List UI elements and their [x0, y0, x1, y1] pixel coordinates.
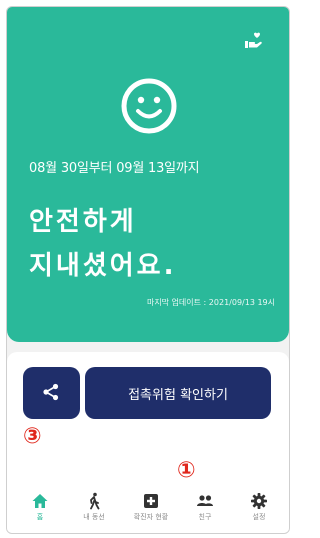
medical-plus-icon — [144, 494, 158, 508]
smiley-face-icon — [121, 78, 177, 134]
nav-label-my-route: 내 동선 — [83, 513, 105, 521]
share-button[interactable] — [23, 367, 80, 419]
nav-label-confirmed-status: 확진자 현황 — [133, 513, 169, 521]
status-line-2: 지내셨어요. — [29, 251, 177, 281]
nav-item-confirmed-status[interactable]: 확진자 현황 — [123, 492, 179, 522]
nav-item-friends[interactable]: 친구 — [177, 492, 233, 522]
gear-icon — [251, 493, 267, 509]
nav-item-my-route[interactable]: 내 동선 — [66, 492, 122, 522]
last-update: 마지막 업데이트 : 2021/09/13 19시 — [146, 298, 275, 307]
people-icon — [197, 495, 213, 506]
status-line-1: 안전하게 — [29, 207, 137, 237]
walking-person-icon — [90, 492, 100, 510]
check-contact-risk-button[interactable]: 접촉위험 확인하기 — [85, 367, 271, 419]
nav-label-friends: 친구 — [198, 513, 212, 521]
nav-label-settings: 설정 — [252, 513, 266, 521]
heart-hand-icon[interactable] — [243, 31, 263, 51]
nav-item-settings[interactable]: 설정 — [231, 492, 287, 522]
bottom-panel: 접촉위험 확인하기 ③ ① 홈 내 동선 확진자 현황 친구 설정 — [7, 352, 289, 533]
phone-screen: 08월 30일부터 09월 13일까지 안전하게 지내셨어요. 마지막 업데이트… — [6, 6, 290, 534]
annotation-marker-3: ③ — [23, 424, 42, 449]
date-range: 08월 30일부터 09월 13일까지 — [29, 161, 200, 176]
share-icon — [43, 383, 59, 401]
status-card: 08월 30일부터 09월 13일까지 안전하게 지내셨어요. 마지막 업데이트… — [7, 7, 289, 342]
bottom-nav: 홈 내 동선 확진자 현황 친구 설정 — [7, 492, 289, 532]
safety-status: 안전하게 지내셨어요. — [29, 200, 176, 288]
nav-label-home: 홈 — [36, 513, 44, 521]
home-icon — [32, 494, 48, 508]
annotation-marker-1: ① — [177, 458, 196, 483]
nav-item-home[interactable]: 홈 — [12, 492, 68, 522]
